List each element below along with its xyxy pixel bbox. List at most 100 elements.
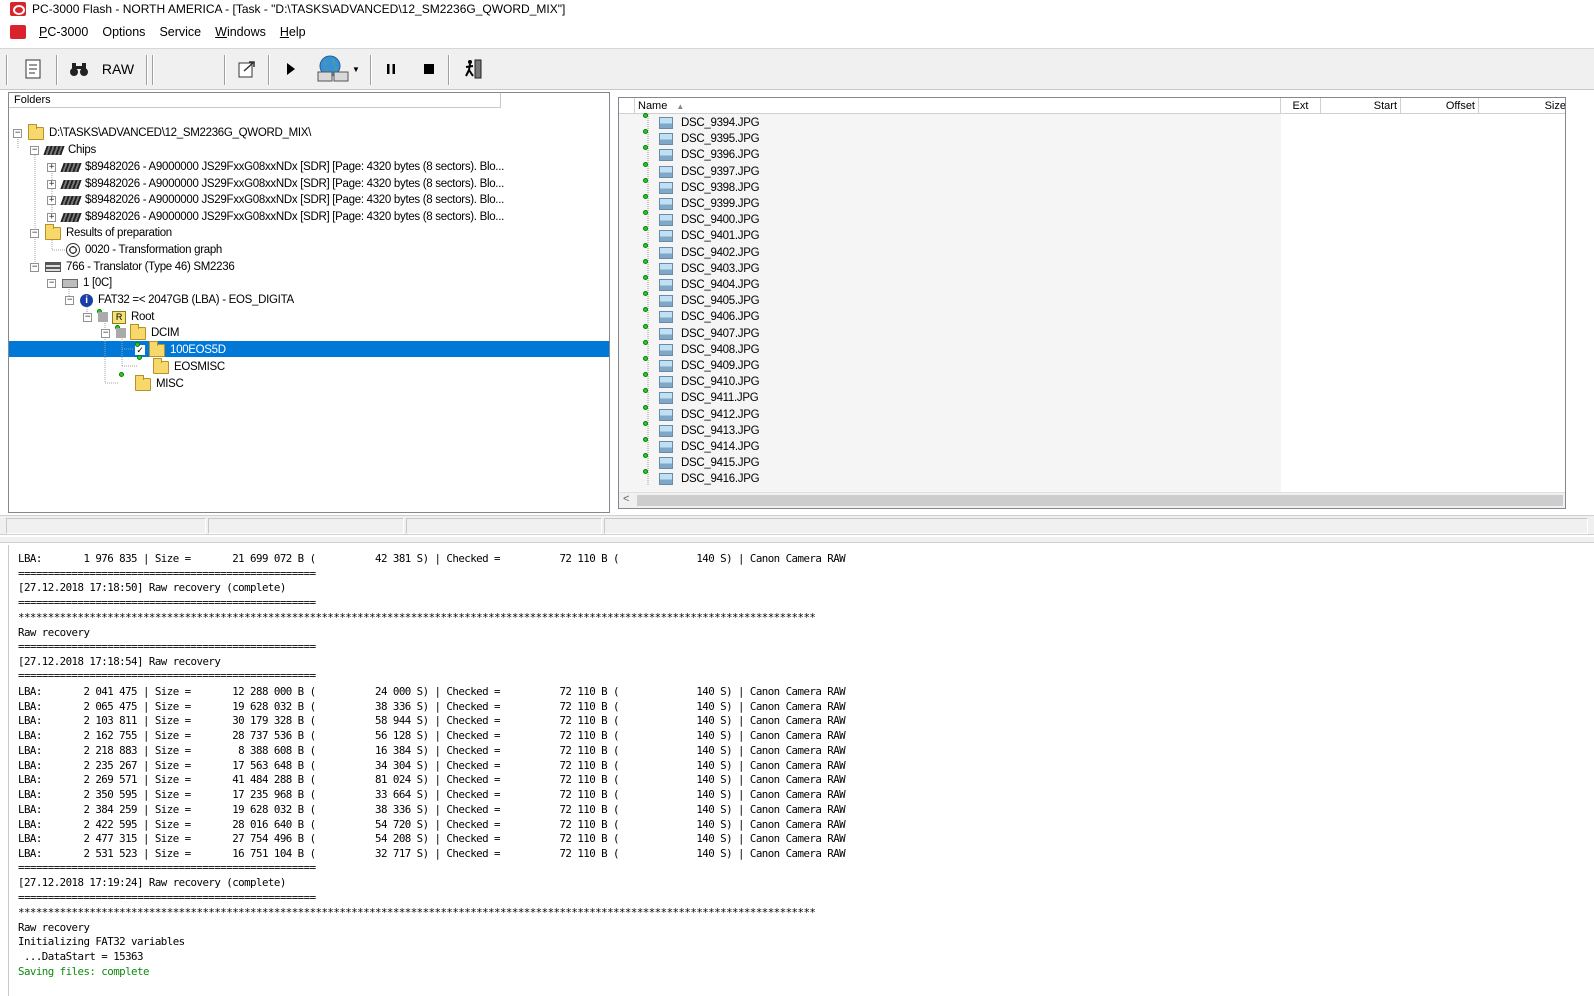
panel-splitter[interactable] xyxy=(0,537,1594,543)
stop-button[interactable] xyxy=(418,53,440,85)
tree-item-dcim[interactable]: − DCIM xyxy=(101,323,180,341)
tree-item-transformation[interactable]: 0020 - Transformation graph xyxy=(66,242,222,258)
tree-item-eosmisc[interactable]: EOSMISC xyxy=(137,355,225,375)
log-line: LBA: 2 531 523 | Size = 16 751 104 B ( 3… xyxy=(18,847,846,860)
menu-pc3000[interactable]: PC-3000 xyxy=(32,25,95,39)
image-file-icon xyxy=(659,246,673,259)
tree-item-chip[interactable]: + $89482026 - A9000000 JS29FxxG08xxNDx [… xyxy=(47,192,504,208)
raw-button[interactable]: RAW xyxy=(98,53,138,85)
log-line: ...DataStart = 15363 xyxy=(18,950,144,963)
menu-options[interactable]: Options xyxy=(95,25,152,39)
file-row[interactable]: DSC_9403.JPG xyxy=(643,258,760,277)
file-name: DSC_9404.JPG xyxy=(681,279,760,291)
tree-lines xyxy=(17,137,137,384)
tree-item-filesystem[interactable]: − i FAT32 =< 2047GB (LBA) - EOS_DIGITA xyxy=(65,292,294,308)
column-name[interactable]: Name ▲ xyxy=(635,98,1281,114)
folder-icon xyxy=(149,340,165,357)
column-start[interactable]: Start xyxy=(1321,98,1401,114)
file-row[interactable]: DSC_9402.JPG xyxy=(643,242,760,261)
tree-item-label: Results of preparation xyxy=(66,227,172,239)
file-row[interactable]: DSC_9414.JPG xyxy=(643,437,760,455)
menu-service[interactable]: Service xyxy=(152,25,208,39)
play-button[interactable] xyxy=(280,53,302,85)
folder-icon xyxy=(135,374,151,391)
file-name: DSC_9408.JPG xyxy=(681,343,760,356)
file-row[interactable]: DSC_9395.JPG xyxy=(643,129,760,147)
collapse-icon[interactable]: − xyxy=(30,228,39,238)
tree-item-partition[interactable]: − 1 [0C] xyxy=(47,275,112,291)
menu-help[interactable]: Help xyxy=(273,25,313,39)
column-offset[interactable]: Offset xyxy=(1401,98,1479,114)
file-row[interactable]: DSC_9413.JPG xyxy=(643,420,760,439)
tree-item-results[interactable]: − Results of preparation xyxy=(30,223,172,241)
log-line: ****************************************… xyxy=(18,611,816,624)
scrollbar-thumb[interactable] xyxy=(637,495,1563,506)
scroll-left-icon[interactable]: < xyxy=(623,493,629,505)
expand-icon[interactable]: + xyxy=(47,212,56,222)
horizontal-scrollbar[interactable]: < xyxy=(619,492,1565,508)
file-row[interactable]: DSC_9396.JPG xyxy=(643,145,760,163)
file-row[interactable]: DSC_9409.JPG xyxy=(643,356,760,374)
file-row[interactable]: DSC_9406.JPG xyxy=(643,307,760,325)
log-line: LBA: 2 422 595 | Size = 28 016 640 B ( 5… xyxy=(18,818,846,831)
tree-item-chips[interactable]: − Chips xyxy=(30,142,96,158)
file-row[interactable]: DSC_9408.JPG xyxy=(643,339,760,358)
expand-icon[interactable]: + xyxy=(47,195,56,205)
folders-panel: Folders − D:\TASKS\ADVANCED\12_SM2236G_Q… xyxy=(8,92,610,513)
mdi-logo-icon[interactable] xyxy=(10,25,26,39)
status-dot-icon xyxy=(643,307,648,313)
file-row[interactable]: DSC_9412.JPG xyxy=(643,404,760,423)
file-row[interactable]: DSC_9415.JPG xyxy=(643,453,760,471)
checkbox-partial-icon[interactable] xyxy=(116,328,126,338)
pause-button[interactable] xyxy=(380,53,402,85)
collapse-icon[interactable]: − xyxy=(30,145,39,155)
network-dropdown-button[interactable]: ▼ xyxy=(312,53,364,85)
status-dot-icon xyxy=(643,323,648,329)
log-line: [27.12.2018 17:18:50] Raw recovery (comp… xyxy=(18,581,286,594)
tree-item-label: DCIM xyxy=(151,327,180,339)
file-name: DSC_9400.JPG xyxy=(681,214,760,227)
tree-item-100eos5d[interactable]: ✓ 100EOS5D xyxy=(135,340,226,358)
file-row[interactable]: DSC_9394.JPG xyxy=(643,113,760,131)
tree-item-misc[interactable]: MISC xyxy=(119,372,184,392)
file-row[interactable]: DSC_9405.JPG xyxy=(643,291,760,309)
log-line: ========================================… xyxy=(18,861,316,874)
file-row[interactable]: DSC_9398.JPG xyxy=(643,177,760,196)
export-button[interactable] xyxy=(232,53,262,85)
tree-item-chip[interactable]: + $89482026 - A9000000 JS29FxxG08xxNDx [… xyxy=(47,209,504,225)
expand-icon[interactable]: + xyxy=(47,162,56,172)
toolbar-separator xyxy=(448,55,450,85)
column-size[interactable]: Size xyxy=(1479,98,1565,114)
file-row[interactable]: DSC_9407.JPG xyxy=(643,323,760,342)
chevron-down-icon[interactable]: ▼ xyxy=(352,65,360,74)
tree-item-chip[interactable]: + $89482026 - A9000000 JS29FxxG08xxNDx [… xyxy=(47,159,504,175)
menu-windows[interactable]: Windows xyxy=(208,25,273,39)
expand-icon[interactable]: + xyxy=(47,179,56,189)
file-row[interactable]: DSC_9416.JPG xyxy=(643,469,760,487)
file-row[interactable]: DSC_9400.JPG xyxy=(643,210,760,228)
column-ext[interactable]: Ext xyxy=(1281,98,1321,114)
status-dot-icon xyxy=(135,342,140,347)
checkbox-partial-icon[interactable] xyxy=(98,312,108,322)
file-row[interactable]: DSC_9397.JPG xyxy=(643,161,760,180)
collapse-icon[interactable]: − xyxy=(83,312,92,322)
collapse-icon[interactable]: − xyxy=(65,295,74,305)
exit-button[interactable] xyxy=(460,53,486,85)
folders-header[interactable]: Folders xyxy=(9,93,501,108)
log-scroll-button[interactable] xyxy=(18,53,48,85)
toolbar: RAW ▼ xyxy=(0,48,1594,90)
collapse-icon[interactable]: − xyxy=(47,278,56,288)
file-row[interactable]: DSC_9410.JPG xyxy=(643,372,760,390)
collapse-icon[interactable]: − xyxy=(101,328,110,338)
collapse-icon[interactable]: − xyxy=(13,128,22,138)
tree-item-root[interactable]: − R Root xyxy=(83,309,154,325)
tree-item-chip[interactable]: + $89482026 - A9000000 JS29FxxG08xxNDx [… xyxy=(47,176,504,192)
search-button[interactable] xyxy=(66,53,92,85)
tree-item-task-root[interactable]: − D:\TASKS\ADVANCED\12_SM2236G_QWORD_MIX… xyxy=(13,123,311,141)
collapse-icon[interactable]: − xyxy=(30,262,39,272)
tree-item-translator[interactable]: − 766 - Translator (Type 46) SM2236 xyxy=(30,259,235,275)
file-row[interactable]: DSC_9399.JPG xyxy=(643,194,760,212)
file-row[interactable]: DSC_9411.JPG xyxy=(643,388,759,406)
file-row[interactable]: DSC_9404.JPG xyxy=(643,275,760,293)
file-row[interactable]: DSC_9401.JPG xyxy=(643,226,760,244)
